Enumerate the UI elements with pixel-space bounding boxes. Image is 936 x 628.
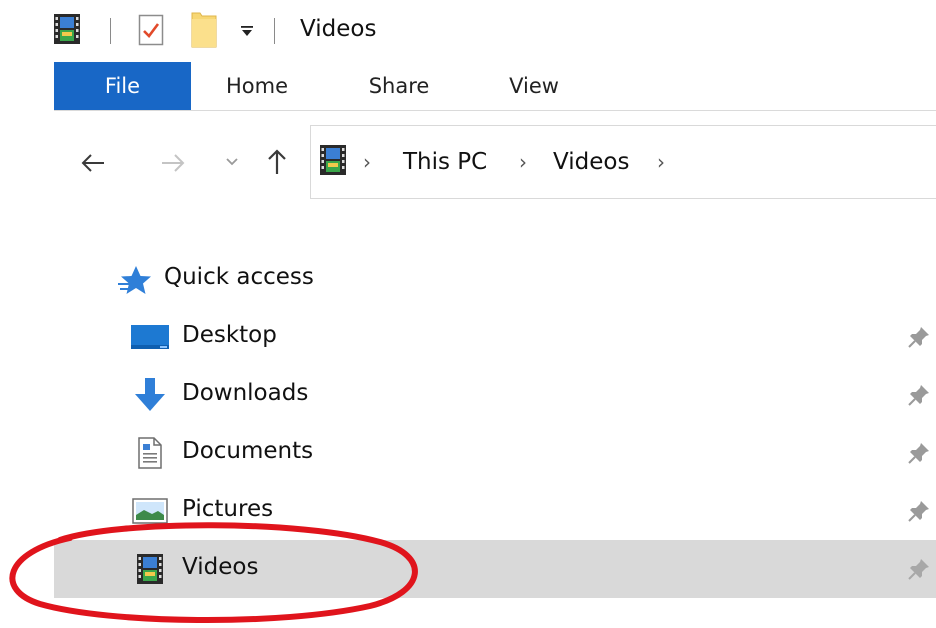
tab-share[interactable]: Share (354, 62, 444, 110)
nav-item-desktop[interactable]: Desktop (54, 308, 936, 366)
navigation-pane: Quick access Desktop Downloads Documents… (54, 250, 936, 610)
nav-item-downloads[interactable]: Downloads (54, 366, 936, 424)
breadcrumb-separator[interactable]: › (519, 126, 527, 198)
arrow-right-icon (162, 154, 185, 172)
document-icon (130, 434, 170, 472)
new-folder-icon[interactable] (188, 10, 220, 50)
address-bar[interactable]: › This PC › Videos › (310, 125, 936, 199)
tab-home[interactable]: Home (214, 62, 300, 110)
pin-icon[interactable] (906, 556, 932, 582)
nav-item-label: Documents (182, 438, 314, 464)
ribbon-divider (54, 110, 936, 111)
chevron-down-icon (226, 158, 238, 166)
desktop-icon (130, 318, 170, 356)
back-button[interactable] (76, 146, 110, 180)
nav-item-label: Downloads (182, 380, 309, 406)
breadcrumb-videos[interactable]: Videos (553, 126, 629, 198)
title-separator (274, 18, 275, 44)
title-bar: Videos (0, 0, 936, 62)
quick-access-header[interactable]: Quick access (54, 250, 936, 308)
arrow-up-icon (268, 149, 286, 174)
pin-icon[interactable] (906, 324, 932, 350)
tab-file[interactable]: File (54, 62, 191, 110)
pin-icon[interactable] (906, 382, 932, 408)
breadcrumb-separator[interactable]: › (363, 126, 371, 198)
quick-access-label: Quick access (164, 264, 314, 290)
arrow-left-icon (81, 154, 104, 172)
pin-icon[interactable] (906, 440, 932, 466)
nav-item-videos[interactable]: Videos (54, 540, 936, 598)
up-button[interactable] (260, 144, 294, 180)
window-title: Videos (300, 16, 377, 42)
nav-item-label: Videos (182, 554, 259, 580)
breadcrumb-this-pc[interactable]: This PC (403, 126, 487, 198)
breadcrumb-separator[interactable]: › (657, 126, 665, 198)
videos-library-icon (130, 550, 170, 588)
recent-locations-button[interactable] (220, 150, 244, 174)
picture-icon (130, 492, 170, 530)
pin-icon[interactable] (906, 498, 932, 524)
nav-item-pictures[interactable]: Pictures (54, 482, 936, 540)
properties-icon[interactable] (136, 12, 166, 48)
customize-dropdown-icon[interactable] (236, 18, 258, 44)
file-explorer-window: Videos File Home Share View › This PC › … (0, 0, 936, 628)
title-separator (110, 18, 111, 44)
star-icon (116, 264, 156, 298)
nav-item-documents[interactable]: Documents (54, 424, 936, 482)
nav-item-label: Pictures (182, 496, 274, 522)
download-arrow-icon (130, 376, 170, 414)
tab-view[interactable]: View (494, 62, 574, 110)
videos-library-icon (319, 144, 351, 178)
ribbon-tabs: File Home Share View (0, 62, 936, 110)
videos-library-icon[interactable] (52, 12, 82, 46)
forward-button[interactable] (156, 146, 190, 180)
nav-item-label: Desktop (182, 322, 277, 348)
